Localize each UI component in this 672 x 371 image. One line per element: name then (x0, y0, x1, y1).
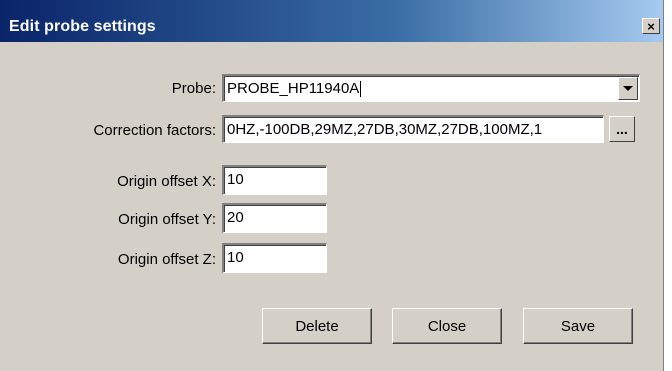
chevron-down-icon[interactable] (618, 77, 638, 100)
save-button[interactable]: Save (523, 308, 633, 344)
title-bar[interactable]: Edit probe settings × (0, 0, 663, 42)
origin-offset-y-label: Origin offset Y: (118, 211, 216, 228)
delete-button[interactable]: Delete (262, 308, 372, 344)
correction-factors-label: Correction factors: (93, 122, 216, 139)
probe-label: Probe: (171, 80, 216, 97)
text-cursor (360, 81, 362, 98)
origin-offset-z-input[interactable]: 10 (222, 243, 327, 273)
probe-value: PROBE_HP11940A (227, 80, 360, 97)
origin-offset-z-label: Origin offset Z: (117, 251, 216, 268)
origin-offset-x-label: Origin offset X: (117, 173, 216, 190)
window-title: Edit probe settings (9, 18, 156, 35)
edit-probe-dialog: Edit probe settings × Probe: PROBE_HP119… (0, 0, 664, 371)
close-button[interactable]: Close (392, 308, 502, 344)
origin-offset-x-input[interactable]: 10 (222, 165, 327, 195)
origin-offset-y-input[interactable]: 20 (222, 203, 327, 233)
browse-correction-button[interactable]: ... (609, 116, 635, 142)
correction-factors-input[interactable]: 0HZ,-100DB,29MZ,27DB,30MZ,27DB,100MZ,1 (222, 115, 604, 143)
probe-combobox[interactable]: PROBE_HP11940A (222, 74, 640, 102)
close-icon[interactable]: × (642, 18, 660, 34)
